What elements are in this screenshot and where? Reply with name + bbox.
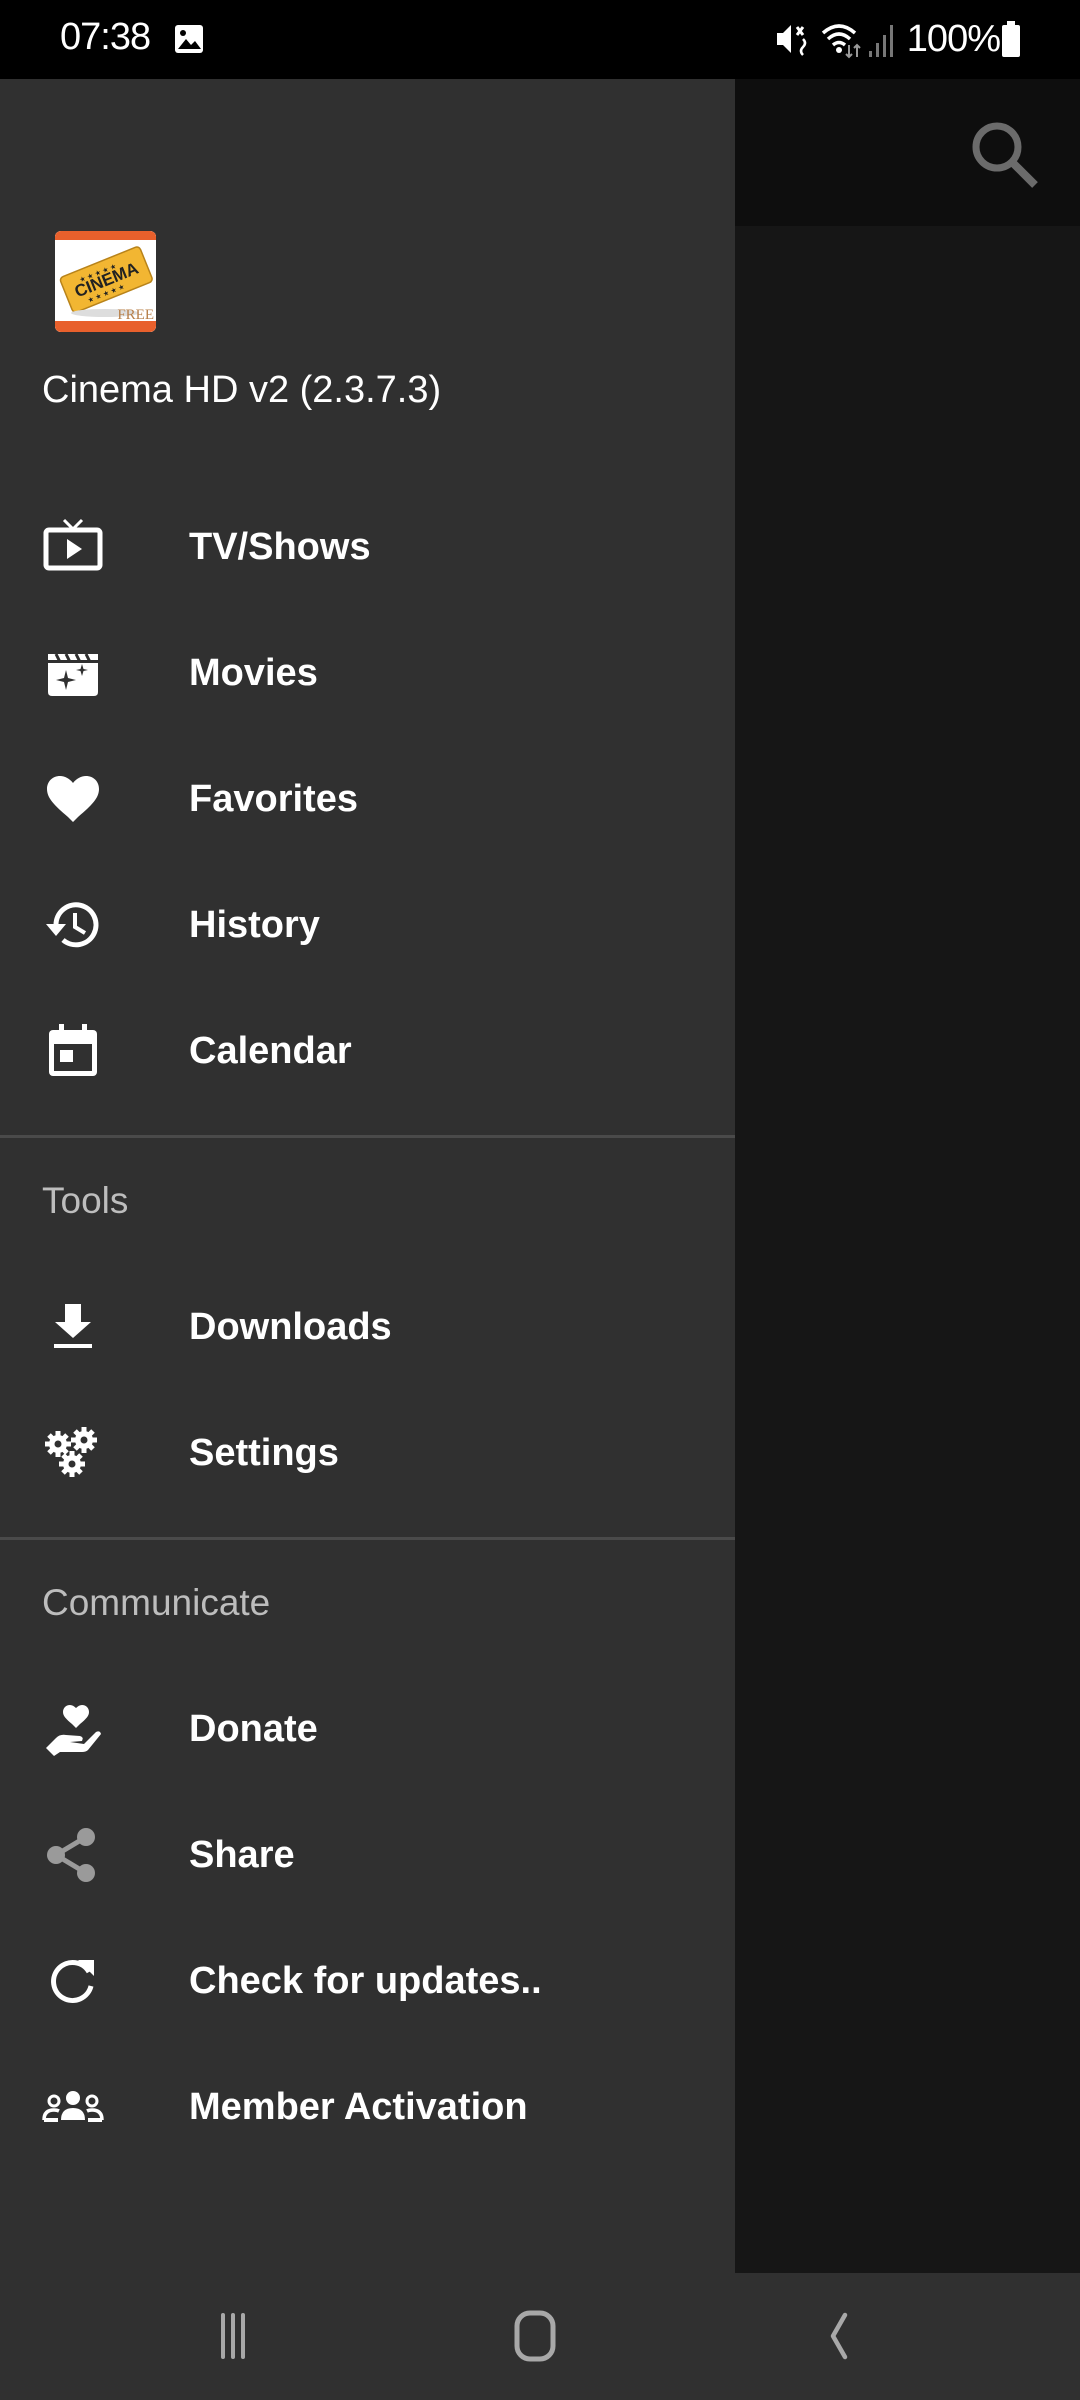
refresh-icon (51, 1960, 94, 2003)
battery-icon (1002, 21, 1020, 57)
menu-item-tv-shows[interactable]: TV/Shows (0, 484, 735, 610)
menu-label: Downloads (189, 1305, 392, 1348)
status-time: 07:38 (60, 16, 151, 58)
menu-label: Share (189, 1833, 295, 1876)
menu-label: Movies (189, 651, 318, 694)
calendar-icon (49, 1024, 97, 1076)
back-icon[interactable] (793, 2301, 883, 2371)
divider (0, 1135, 735, 1138)
menu-item-member-activation[interactable]: Member Activation (0, 2044, 735, 2170)
cinema-ticket-icon: CINEMA ★ ★ ★ ★ ★ ★ ★ ★ ★ ★ FREE (55, 231, 156, 332)
signal-icon (868, 25, 893, 57)
tv-icon (43, 518, 103, 571)
app-logo: CINEMA ★ ★ ★ ★ ★ ★ ★ ★ ★ ★ FREE (55, 231, 156, 332)
svg-text:FREE: FREE (117, 307, 154, 323)
status-icons: 100% (773, 16, 1022, 62)
menu-label: Calendar (189, 1029, 352, 1072)
wifi-icon (821, 24, 861, 59)
menu-label: Check for updates.. (189, 1959, 542, 2002)
search-icon[interactable] (965, 115, 1045, 195)
menu-label: Member Activation (189, 2085, 528, 2128)
menu-label: History (189, 903, 320, 946)
menu-item-history[interactable]: History (0, 862, 735, 988)
app-content-scrim[interactable] (735, 226, 1080, 2273)
menu-item-check-updates[interactable]: Check for updates.. (0, 1918, 735, 2044)
group-icon (42, 2091, 104, 2122)
menu-item-downloads[interactable]: Downloads (0, 1264, 735, 1390)
menu-item-share[interactable]: Share (0, 1792, 735, 1918)
menu-item-donate[interactable]: Donate (0, 1666, 735, 1792)
menu-item-calendar[interactable]: Calendar (0, 988, 735, 1114)
menu-label: Favorites (189, 777, 358, 820)
section-header-tools: Tools (42, 1180, 129, 1221)
menu-label: TV/Shows (189, 525, 371, 568)
download-icon (54, 1304, 92, 1348)
menu-label: Settings (189, 1431, 339, 1474)
settings-gears-icon (45, 1427, 97, 1477)
gallery-icon (175, 25, 203, 53)
mute-icon (776, 25, 807, 56)
app-title: Cinema HD v2 (2.3.7.3) (42, 369, 442, 411)
home-icon[interactable] (490, 2301, 580, 2371)
share-icon (47, 1828, 95, 1882)
status-bar: 07:38 100% (0, 0, 1080, 79)
screen: 07:38 100% CINEMA ★ ★ ★ ★ ★ ★ ★ ★ ★ ★ FR… (0, 0, 1080, 2400)
movie-clapper-icon (48, 653, 98, 696)
menu-item-settings[interactable]: Settings (0, 1390, 735, 1516)
recents-icon[interactable] (188, 2301, 278, 2371)
menu-item-movies[interactable]: Movies (0, 610, 735, 736)
menu-label: Donate (189, 1707, 318, 1750)
section-header-communicate: Communicate (42, 1582, 271, 1623)
system-nav-bar (0, 2273, 1080, 2400)
menu-item-favorites[interactable]: Favorites (0, 736, 735, 862)
divider (0, 1537, 735, 1540)
navigation-drawer: CINEMA ★ ★ ★ ★ ★ ★ ★ ★ ★ ★ FREE Cinema H… (0, 79, 735, 2273)
heart-icon (47, 776, 99, 822)
history-icon (46, 902, 99, 948)
donate-icon (46, 1705, 101, 1756)
battery-percent: 100% (906, 17, 1001, 60)
